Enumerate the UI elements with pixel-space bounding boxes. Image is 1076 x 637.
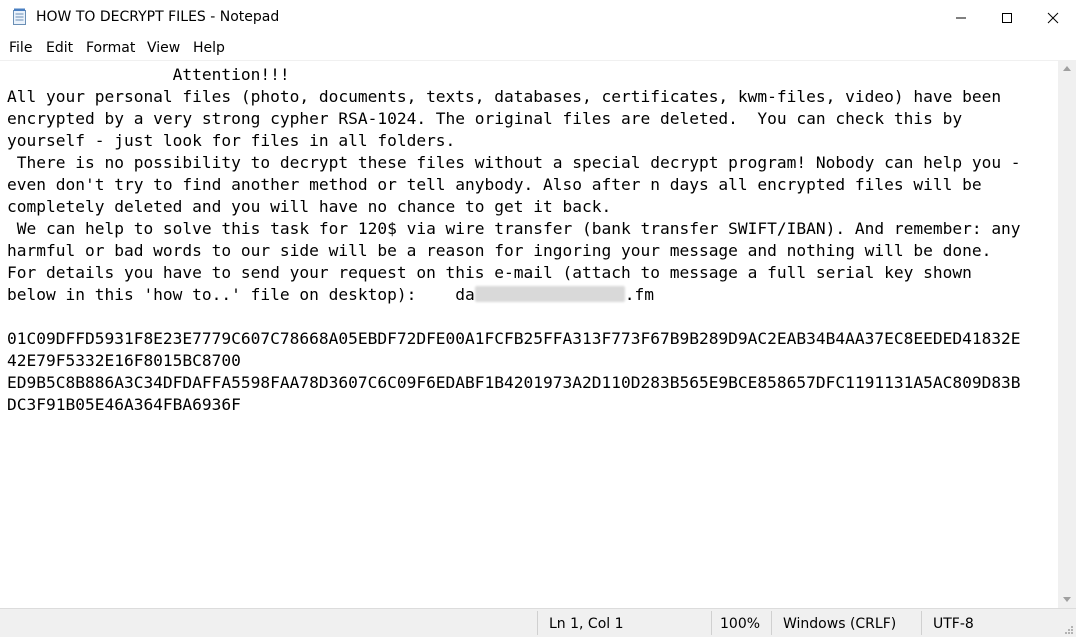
- title-bar[interactable]: HOW TO DECRYPT FILES - Notepad: [0, 0, 1076, 36]
- email-line-prefix: below in this 'how to..' file on desktop…: [7, 285, 475, 304]
- menu-view[interactable]: View: [147, 40, 180, 56]
- text-line: harmful or bad words to our side will be…: [7, 241, 992, 260]
- cursor-position: Ln 1, Col 1: [549, 616, 624, 632]
- text-line: There is no possibility to decrypt these…: [7, 153, 1021, 172]
- document-text: Attention!!! All your personal files (ph…: [7, 64, 1021, 416]
- menu-edit[interactable]: Edit: [46, 40, 73, 56]
- text-line: even don't try to find another method or…: [7, 175, 982, 194]
- scroll-down-icon[interactable]: [1063, 597, 1071, 602]
- status-divider: [771, 611, 772, 635]
- redacted-email: [474, 286, 625, 302]
- minimize-button[interactable]: [938, 0, 984, 36]
- zoom-level: 100%: [720, 616, 761, 632]
- status-divider: [537, 611, 538, 635]
- close-button[interactable]: [1030, 0, 1076, 36]
- scroll-up-icon[interactable]: [1063, 66, 1071, 71]
- menu-help[interactable]: Help: [193, 40, 225, 56]
- serial-key-line: DC3F91B05E46A364FBA6936F: [7, 395, 241, 414]
- maximize-button[interactable]: [984, 0, 1030, 36]
- status-divider: [921, 611, 922, 635]
- status-bar: Ln 1, Col 1 100% Windows (CRLF) UTF-8: [0, 608, 1076, 637]
- resize-grip-icon[interactable]: [1064, 625, 1074, 635]
- window-title: HOW TO DECRYPT FILES - Notepad: [36, 9, 280, 25]
- line-endings: Windows (CRLF): [783, 616, 897, 632]
- vertical-scrollbar[interactable]: [1058, 60, 1076, 608]
- text-line: All your personal files (photo, document…: [7, 87, 1002, 106]
- text-line: For details you have to send your reques…: [7, 263, 972, 282]
- status-divider: [711, 611, 712, 635]
- menu-bar: File Edit Format View Help: [0, 36, 1076, 60]
- close-icon: [1047, 12, 1059, 24]
- text-line: We can help to solve this task for 120$ …: [7, 219, 1021, 238]
- serial-key-line: 42E79F5332E16F8015BC8700: [7, 351, 241, 370]
- text-line: yourself - just look for files in all fo…: [7, 131, 456, 150]
- text-line: completely deleted and you will have no …: [7, 197, 612, 216]
- email-line-suffix: .fm: [624, 285, 655, 304]
- serial-key-line: 01C09DFFD5931F8E23E7779C607C78668A05EBDF…: [7, 329, 1021, 348]
- maximize-icon: [1002, 13, 1012, 23]
- notepad-icon: [12, 8, 28, 26]
- menu-file[interactable]: File: [9, 40, 32, 56]
- text-editor[interactable]: Attention!!! All your personal files (ph…: [0, 60, 1058, 609]
- encoding: UTF-8: [933, 616, 974, 632]
- menu-format[interactable]: Format: [86, 40, 135, 56]
- serial-key-line: ED9B5C8B886A3C34DFDAFFA5598FAA78D3607C6C…: [7, 373, 1021, 392]
- text-line: encrypted by a very strong cypher RSA-10…: [7, 109, 963, 128]
- minimize-icon: [956, 17, 966, 19]
- text-line: Attention!!!: [7, 65, 290, 84]
